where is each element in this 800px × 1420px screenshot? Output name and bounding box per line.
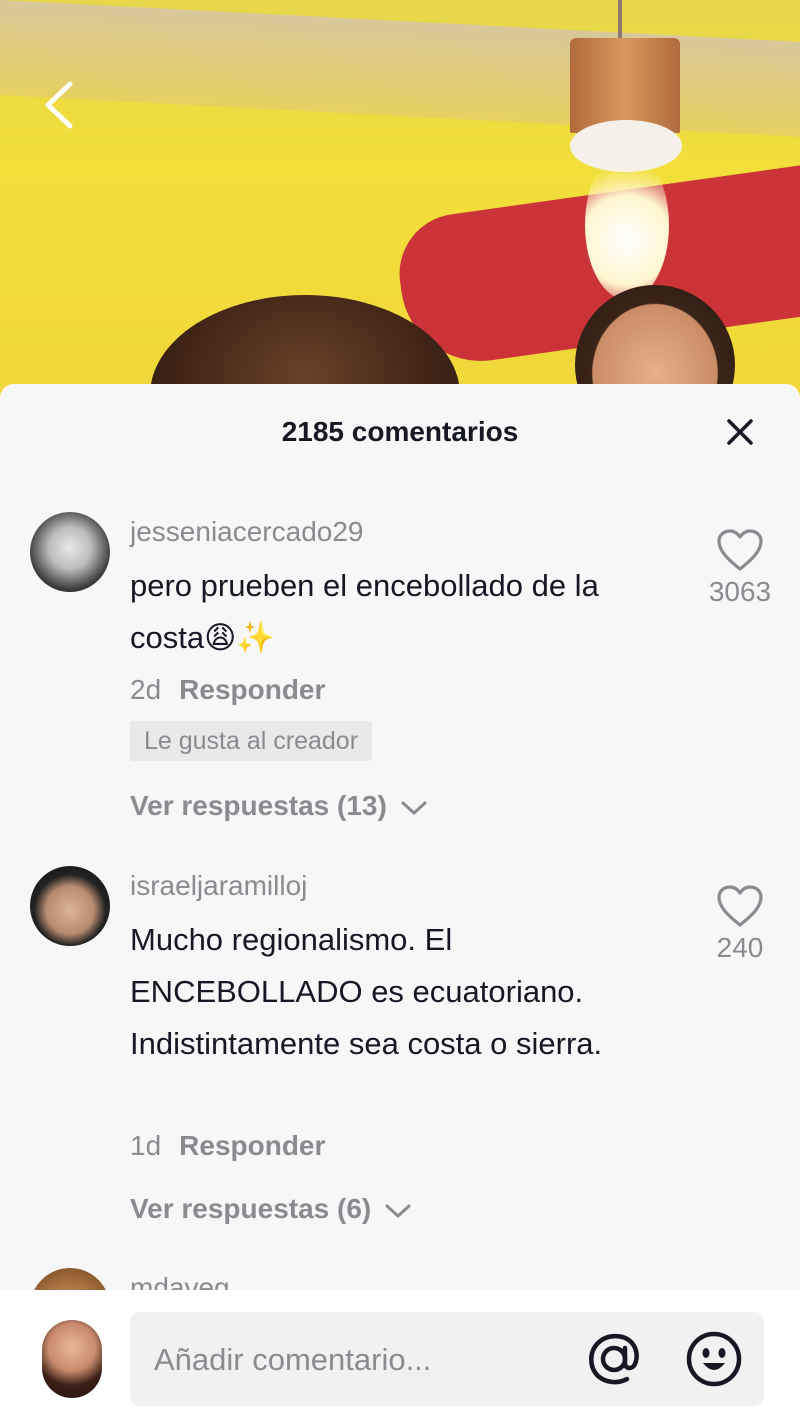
lamp-shade bbox=[570, 38, 680, 133]
comment-input-container bbox=[130, 1312, 764, 1408]
chevron-down-icon bbox=[385, 1204, 411, 1218]
comment-count-title: 2185 comentarios bbox=[281, 416, 519, 447]
view-replies-button[interactable]: Ver respuestas (6) bbox=[130, 1193, 411, 1225]
view-replies-button[interactable]: Ver respuestas (13) bbox=[130, 790, 427, 822]
comment-meta: 1d Responder bbox=[130, 1130, 325, 1162]
view-replies-label: Ver respuestas (13) bbox=[130, 790, 387, 821]
avatar[interactable] bbox=[30, 866, 110, 946]
my-avatar[interactable] bbox=[42, 1320, 102, 1398]
back-button[interactable] bbox=[36, 78, 82, 132]
comment-age: 1d bbox=[130, 1130, 162, 1161]
avatar[interactable] bbox=[30, 512, 110, 592]
ceiling bbox=[0, 0, 800, 137]
comment-meta: 2d Responder bbox=[130, 674, 325, 706]
comment-username[interactable]: jesseniacercado29 bbox=[130, 516, 364, 548]
sheet-header: 2185 comentarios bbox=[0, 384, 800, 484]
chevron-down-icon bbox=[401, 801, 427, 815]
comment-age: 2d bbox=[130, 674, 162, 705]
comments-sheet: 2185 comentarios jesseniacercado29 pero … bbox=[0, 384, 800, 1420]
heart-outline-icon bbox=[717, 529, 763, 571]
reply-button[interactable]: Responder bbox=[179, 674, 325, 705]
like-count: 3063 bbox=[708, 576, 772, 607]
video-background bbox=[0, 0, 800, 420]
mention-button[interactable] bbox=[585, 1330, 643, 1388]
smiley-icon bbox=[686, 1331, 742, 1387]
lamp-cord bbox=[618, 0, 622, 40]
like-button[interactable]: 3063 bbox=[700, 528, 780, 608]
comment-composer bbox=[0, 1290, 800, 1420]
comment-text: pero prueben el encebollado de la costa😩… bbox=[130, 568, 599, 655]
at-sign-icon bbox=[589, 1333, 639, 1385]
like-button[interactable]: 240 bbox=[700, 884, 780, 964]
chevron-left-icon bbox=[45, 81, 73, 129]
reply-button[interactable]: Responder bbox=[179, 1130, 325, 1161]
heart-outline-icon bbox=[717, 885, 763, 927]
lamp-bulb bbox=[585, 150, 669, 300]
close-icon bbox=[727, 419, 753, 445]
emoji-button[interactable] bbox=[685, 1330, 743, 1388]
like-count: 240 bbox=[716, 932, 764, 963]
creator-liked-badge: Le gusta al creador bbox=[130, 721, 373, 761]
comment-text: Mucho regionalismo. El ENCEBOLLADO es ec… bbox=[130, 922, 603, 1061]
comment-username[interactable]: israeljaramilloj bbox=[130, 870, 307, 902]
view-replies-label: Ver respuestas (6) bbox=[130, 1193, 372, 1224]
comment-input[interactable] bbox=[152, 1312, 576, 1408]
close-button[interactable] bbox=[722, 414, 758, 450]
